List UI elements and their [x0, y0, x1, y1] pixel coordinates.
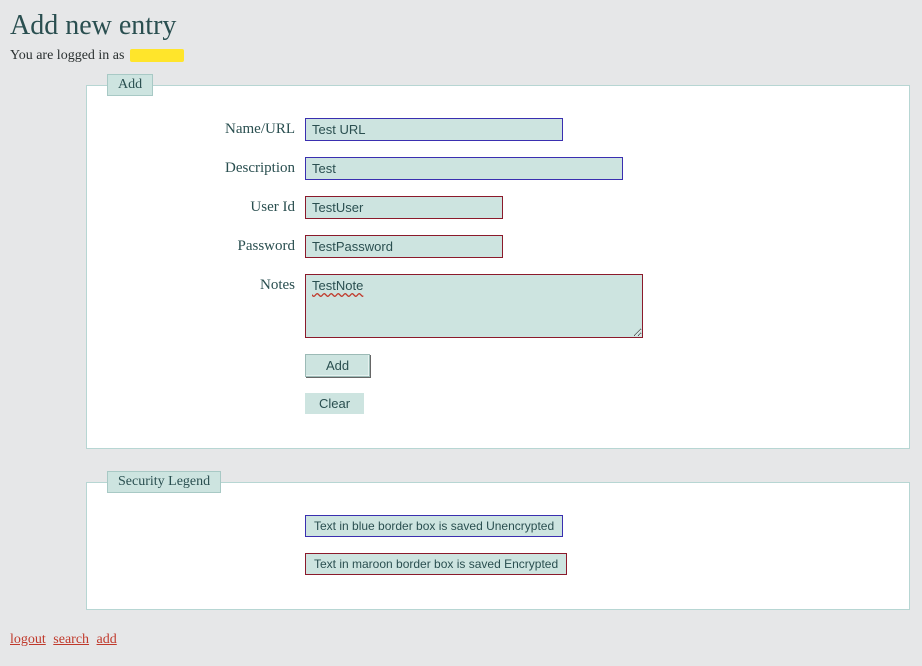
notes-text: TestNote: [312, 278, 363, 293]
userid-input[interactable]: [305, 196, 503, 219]
legend-unencrypted: Text in blue border box is saved Unencry…: [305, 515, 563, 537]
logged-in-prefix: You are logged in as: [10, 48, 128, 63]
name-label: Name/URL: [107, 118, 305, 138]
clear-button[interactable]: Clear: [305, 393, 364, 414]
password-label: Password: [107, 235, 305, 255]
logged-in-message: You are logged in as: [10, 48, 922, 64]
name-input[interactable]: [305, 118, 563, 141]
add-button[interactable]: Add: [305, 354, 370, 377]
add-legend: Add: [107, 74, 153, 96]
page-title: Add new entry: [10, 10, 922, 42]
security-legend-fieldset: Security Legend Text in blue border box …: [86, 471, 910, 610]
security-legend-title: Security Legend: [107, 471, 221, 493]
userid-label: User Id: [107, 196, 305, 216]
logout-link[interactable]: logout: [10, 632, 46, 647]
username-redacted: [130, 49, 184, 62]
add-fieldset: Add Name/URL Description User Id Passwor…: [86, 74, 910, 449]
footer-links: logout search add: [10, 632, 922, 648]
notes-label: Notes: [107, 274, 305, 294]
legend-encrypted: Text in maroon border box is saved Encry…: [305, 553, 567, 575]
notes-input[interactable]: TestNote: [305, 274, 643, 338]
password-input[interactable]: [305, 235, 503, 258]
description-input[interactable]: [305, 157, 623, 180]
description-label: Description: [107, 157, 305, 177]
add-link[interactable]: add: [97, 632, 117, 647]
search-link[interactable]: search: [53, 632, 89, 647]
